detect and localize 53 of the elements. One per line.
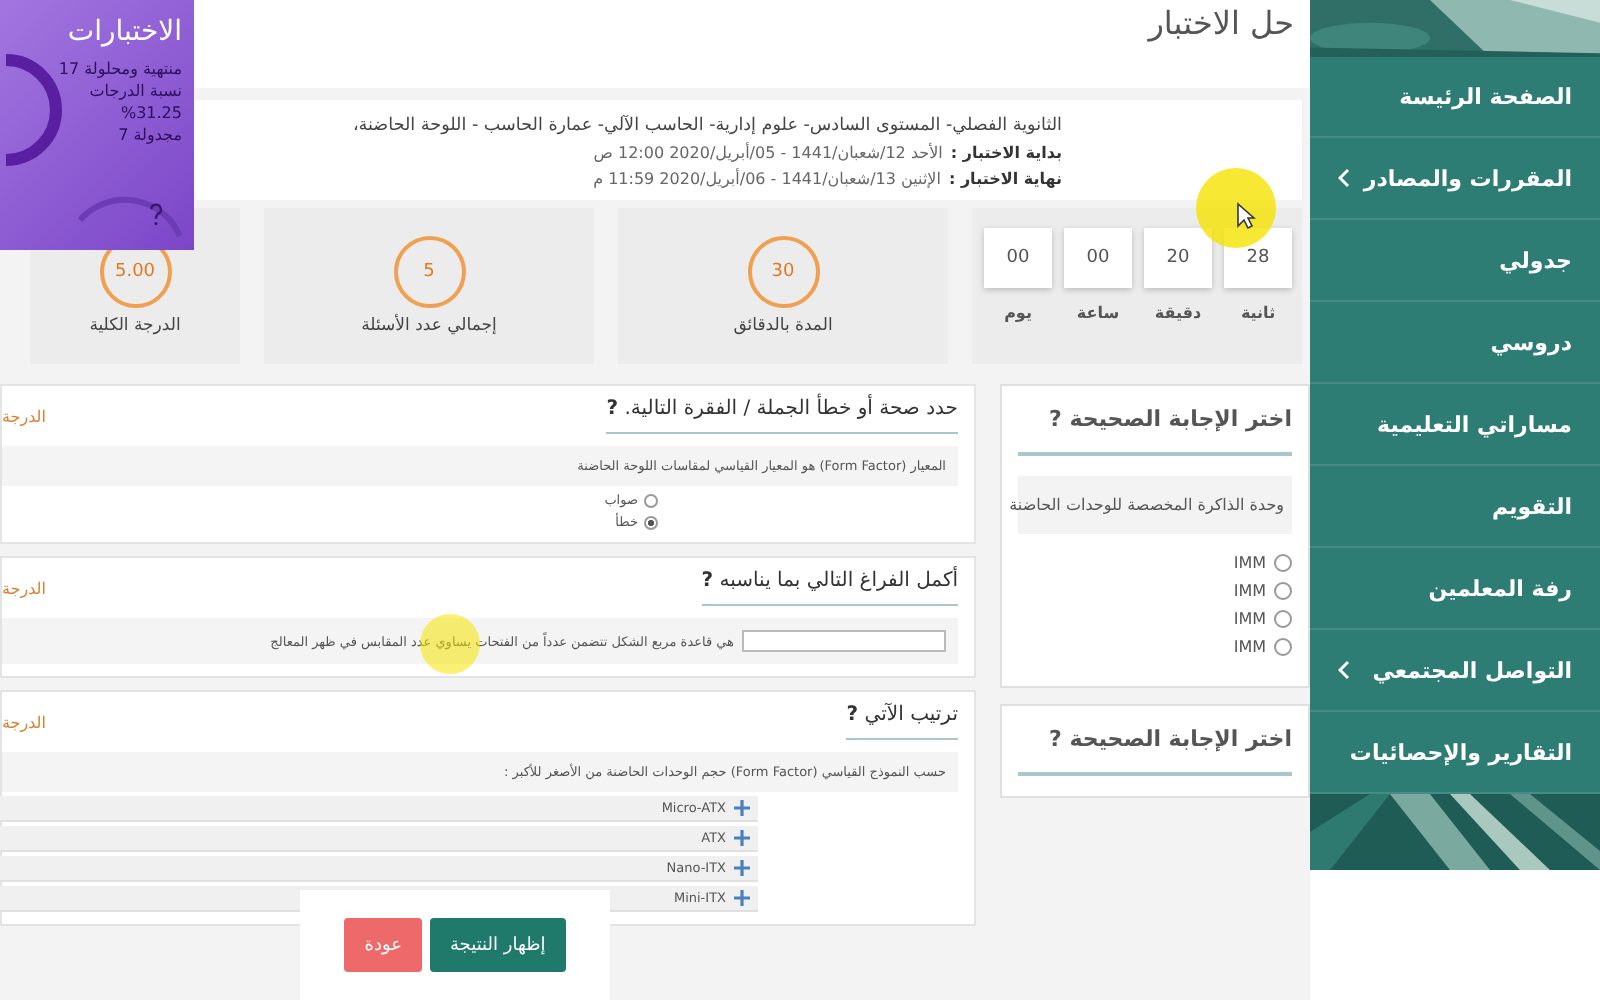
move-icon	[734, 890, 750, 906]
chevron-icon	[1338, 660, 1350, 681]
option-label: IMM	[1233, 582, 1266, 600]
countdown-unit: ثانية	[1240, 304, 1276, 322]
move-icon	[734, 830, 750, 846]
option-label: IMM	[1233, 554, 1266, 572]
stat-value: 5	[393, 236, 465, 308]
question-title: اختر الإجابة الصحيحة ?	[1018, 406, 1292, 456]
pointer-icon	[1236, 202, 1256, 230]
completed-count: منتهية ومحلولة 17	[58, 60, 182, 78]
countdown-unit: دقيقة	[1154, 304, 1202, 322]
question-title: ترتيب الآتي ?	[846, 704, 958, 740]
radio-button[interactable]	[1274, 638, 1292, 656]
action-button[interactable]: إظهار النتيجة	[429, 918, 566, 972]
stat-label: الدرجة الكلية	[89, 316, 181, 336]
chevron-icon	[1338, 168, 1350, 189]
end-date: الإثنين 13/شعبان/1441 - 06/أبريل/2020 11:59 م	[593, 170, 941, 188]
option-label: IMM	[1233, 610, 1266, 628]
exam-title: الثانوية الفصلي- المستوى السادس- علوم إدارية- الحاسب الآلي- عمارة الحاسب - اللوحة الحاضنة،	[352, 116, 1062, 136]
grade-label: الدرجة	[2, 579, 46, 597]
radio-button[interactable]	[1274, 610, 1292, 628]
countdown-value: 00	[1064, 228, 1132, 288]
action-button[interactable]: عودة	[344, 918, 422, 972]
start-label: بداية الاختبار :	[950, 144, 1062, 162]
move-icon	[734, 800, 750, 816]
page-title: حل الاختبار	[1148, 4, 1294, 42]
countdown-unit: ساعة	[1076, 304, 1120, 322]
radio-button[interactable]	[1274, 554, 1292, 572]
question-title: حدد صحة أو خطأ الجملة / الفقرة التالية. ?	[606, 398, 958, 434]
radio-button[interactable]	[644, 493, 658, 507]
radio-button[interactable]	[644, 515, 658, 529]
grade-label: الدرجة	[2, 407, 46, 425]
stat-label: المدة بالدقائق	[733, 316, 833, 336]
option-label: IMM	[1233, 638, 1266, 656]
question-title: أكمل الفراغ التالي بما يناسبه ?	[701, 570, 958, 606]
stat-label: إجمالي عدد الأسئلة	[361, 316, 497, 336]
countdown-value: 20	[1144, 228, 1212, 288]
start-date: الأحد 12/شعبان/1441 - 05/أبريل/2020 12:00 ص	[593, 144, 943, 162]
scheduled-count: مجدولة 7	[118, 126, 182, 144]
countdown-unit: يوم	[1004, 304, 1032, 322]
countdown-value: 00	[984, 228, 1052, 288]
question-mark-icon	[148, 200, 164, 228]
stat-value: 30	[747, 236, 819, 308]
radio-button[interactable]	[1274, 582, 1292, 600]
score-label: نسبة الدرجات	[89, 82, 182, 100]
cursor-highlight	[1196, 168, 1276, 248]
end-label: نهاية الاختبار :	[948, 170, 1062, 188]
grade-label: الدرجة	[2, 713, 46, 731]
score-value: %31.25	[120, 104, 182, 122]
widget-title: الاختبارات	[67, 16, 182, 48]
question-title: اختر الإجابة الصحيحة ?	[1018, 726, 1292, 776]
move-icon	[734, 860, 750, 876]
answer-field[interactable]	[742, 630, 946, 652]
